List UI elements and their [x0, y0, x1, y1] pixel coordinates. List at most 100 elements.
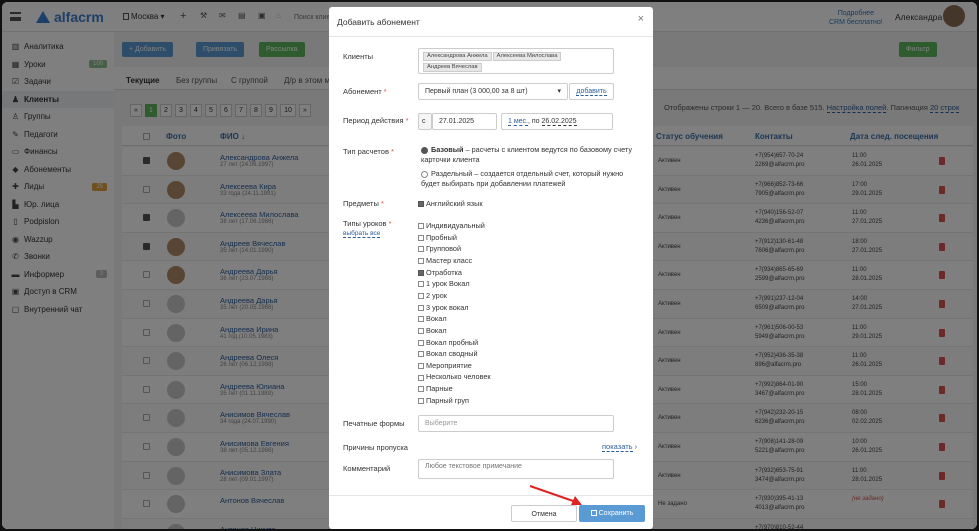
subjects-label: Предметы *: [343, 199, 384, 208]
skip-reasons-link: показать: [602, 442, 633, 452]
period-to-prefix: по: [531, 118, 540, 125]
subject-label: Английский язык: [426, 199, 483, 208]
calc-base-radio[interactable]: Базовый – расчеты с клиентом ведутся по …: [421, 145, 639, 165]
lesson-type-checkbox[interactable]: Парный груп: [418, 396, 469, 405]
checkbox-checked: [418, 269, 424, 276]
checkbox-unchecked: [418, 258, 424, 265]
client-tag[interactable]: Алексеева Милослава: [492, 52, 562, 61]
subscription-label-text: Абонемент: [343, 87, 382, 96]
calc-sep-title: Раздельный: [431, 169, 473, 178]
checkbox-unchecked: [418, 351, 424, 358]
lesson-type-checkbox[interactable]: Групповой: [418, 244, 461, 253]
subject-checkbox[interactable]: Английский язык: [418, 199, 483, 208]
calc-separate-radio[interactable]: Раздельный – создается отдельный счет, к…: [421, 169, 639, 189]
checkbox-unchecked: [418, 327, 424, 334]
subscription-select[interactable]: Первый план (3 000,00 за 8 шт) ▾: [418, 83, 568, 100]
app-window: alfacrm Москва ▾ + ⚒ ✉ ▤ ▣ ⌂ Подробнее C…: [2, 2, 977, 529]
lesson-type-checkbox[interactable]: Вокал сводный: [418, 349, 478, 358]
select-all-link[interactable]: выбрать все: [343, 230, 381, 238]
lesson-type-checkbox[interactable]: Индивидуальный: [418, 221, 485, 230]
lesson-type-label: Мастер класс: [426, 255, 473, 265]
lesson-type-label: 2 урок: [426, 290, 447, 300]
calc-base-title: Базовый: [431, 145, 464, 154]
lesson-types-label: Типы уроков *: [343, 219, 392, 228]
subscription-label: Абонемент *: [343, 87, 387, 96]
calc-type-label: Тип расчетов *: [343, 147, 394, 156]
lesson-type-label: Несколько человек: [426, 372, 491, 382]
lesson-type-label: Вокал пробный: [426, 337, 479, 347]
lesson-type-label: Пробный: [426, 232, 457, 242]
subjects-label-text: Предметы: [343, 199, 379, 208]
lesson-type-label: Парный груп: [426, 395, 469, 405]
lesson-type-label: Вокал: [426, 314, 447, 324]
period-label-text: Период действия: [343, 116, 404, 125]
checkbox-unchecked: [418, 223, 424, 230]
chevron-down-icon: ▾: [557, 88, 561, 95]
lesson-type-label: Вокал сводный: [426, 349, 478, 359]
lesson-type-checkbox[interactable]: 3 урок вокал: [418, 303, 469, 312]
comment-textarea[interactable]: [418, 459, 614, 479]
chevron-right-icon: ›: [634, 442, 638, 451]
period-from-prefix: с: [418, 113, 432, 130]
period-from-input[interactable]: 27.01.2025: [432, 113, 497, 130]
lesson-type-checkbox[interactable]: Пробный: [418, 233, 457, 242]
comment-label: Комментарий: [343, 464, 391, 473]
checkbox-unchecked: [418, 292, 424, 299]
checkbox-unchecked: [418, 374, 424, 381]
checkbox-unchecked: [418, 316, 424, 323]
lesson-type-label: 1 урок Вокал: [426, 279, 470, 289]
lesson-type-checkbox[interactable]: Несколько человек: [418, 372, 491, 381]
skip-reasons-toggle[interactable]: показать ›: [602, 442, 638, 452]
client-tag[interactable]: Александрова Анжела: [423, 52, 492, 61]
clients-field[interactable]: Александрова Анжела Алексеева Милослава Ан…: [418, 48, 614, 74]
lesson-type-label: Парные: [426, 384, 453, 394]
add-subscription-link: добавить: [576, 88, 607, 96]
lesson-type-checkbox[interactable]: Парные: [418, 384, 453, 393]
checkbox-unchecked: [418, 362, 424, 369]
radio-selected: [421, 146, 428, 154]
lesson-type-checkbox[interactable]: Вокал пробный: [418, 338, 478, 347]
lesson-type-checkbox[interactable]: Вокал: [418, 314, 447, 323]
add-subscription-button[interactable]: добавить: [569, 83, 614, 100]
calc-type-label-text: Тип расчетов: [343, 147, 389, 156]
checkbox-unchecked: [418, 246, 424, 253]
lesson-type-label: Индивидуальный: [426, 221, 485, 230]
subscription-value: Первый план (3 000,00 за 8 шт): [425, 88, 528, 95]
lesson-type-label: Вокал: [426, 325, 447, 335]
client-tag[interactable]: Андреев Вячеслав: [423, 63, 482, 72]
add-subscription-modal: Добавить абонемент × Клиенты Александров…: [329, 7, 653, 529]
checkbox-unchecked: [418, 339, 424, 346]
period-to-value[interactable]: 26.02.2025: [541, 118, 577, 126]
period-length[interactable]: 1 мес., по 26.02.2025: [501, 113, 613, 130]
modal-footer: Отмена Сохранить: [329, 495, 653, 529]
checkbox-unchecked: [418, 386, 424, 393]
period-label: Период действия *: [343, 116, 409, 125]
checkbox-unchecked: [418, 281, 424, 288]
checkbox-unchecked: [418, 397, 424, 404]
checkbox-unchecked: [418, 304, 424, 311]
lesson-type-checkbox[interactable]: Мастер класс: [418, 256, 472, 265]
lesson-type-label: Групповой: [426, 244, 462, 254]
lesson-types-label-text: Типы уроков: [343, 219, 387, 228]
close-icon[interactable]: ×: [638, 13, 644, 25]
annotation-arrow: [529, 485, 582, 505]
lesson-type-checkbox[interactable]: 2 урок: [418, 291, 447, 300]
clients-label: Клиенты: [343, 52, 374, 61]
print-forms-placeholder: Выберите: [425, 420, 458, 427]
lesson-type-label: 3 урок вокал: [426, 302, 469, 312]
radio-unselected: [421, 170, 428, 178]
lesson-type-label: Отработка: [426, 267, 462, 277]
modal-title: Добавить абонемент: [337, 17, 420, 27]
modal-header: Добавить абонемент ×: [329, 7, 653, 37]
lesson-type-checkbox[interactable]: Мероприятие: [418, 361, 472, 370]
checkbox-unchecked: [418, 234, 424, 241]
print-forms-label: Печатные формы: [343, 419, 405, 428]
lesson-type-checkbox[interactable]: 1 урок Вокал: [418, 279, 470, 288]
lesson-type-checkbox[interactable]: Отработка: [418, 268, 462, 277]
print-forms-select[interactable]: Выберите: [418, 415, 614, 432]
lesson-type-label: Мероприятие: [426, 360, 472, 370]
skip-reasons-label: Причины пропуска: [343, 443, 408, 452]
checkbox-checked: [418, 201, 424, 208]
lesson-type-checkbox[interactable]: Вокал: [418, 326, 447, 335]
period-length-link[interactable]: 1 мес.: [508, 118, 528, 126]
